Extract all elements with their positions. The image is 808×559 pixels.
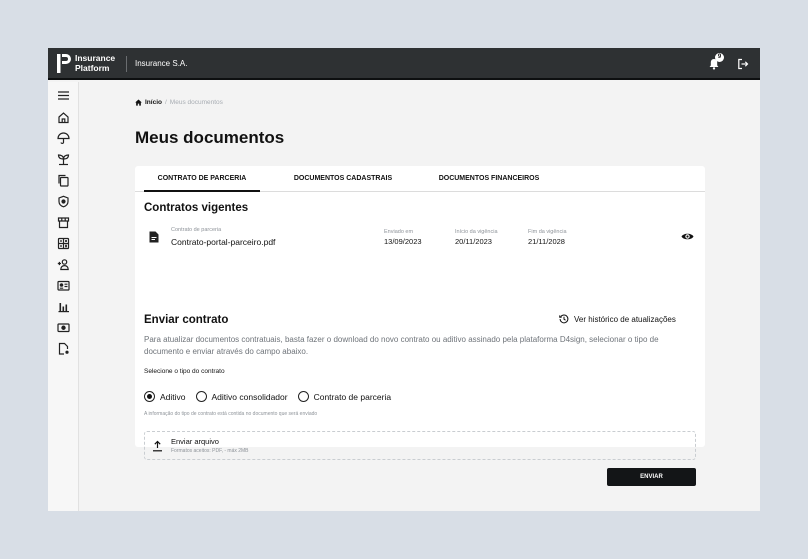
radio-aditivo-consolidador[interactable]: Aditivo consolidador: [195, 391, 288, 402]
home-icon[interactable]: [135, 99, 142, 106]
breadcrumb-home[interactable]: Início: [145, 99, 162, 106]
umbrella-icon[interactable]: [57, 132, 70, 145]
tab-documentos-cadastrais[interactable]: DOCUMENTOS CADASTRAIS: [278, 166, 408, 192]
radio-contrato-de-parceria[interactable]: Contrato de parceria: [297, 391, 392, 402]
contract-type-info: A informação do tipo de contrato está co…: [144, 411, 318, 417]
id-card-icon[interactable]: [57, 279, 70, 292]
upload-title: Enviar arquivo: [171, 437, 219, 446]
radio-label: Aditivo consolidador: [211, 391, 288, 402]
radio-aditivo[interactable]: Aditivo: [144, 391, 186, 402]
send-contract-title: Enviar contrato: [144, 314, 229, 326]
upload-formats: Formatos aceitos: PDF, - máx 2MB: [171, 448, 249, 454]
home-icon[interactable]: [57, 111, 70, 124]
start-date-value: 20/11/2023: [455, 237, 492, 246]
calculator-icon[interactable]: [57, 237, 70, 250]
radio-label: Contrato de parceria: [313, 391, 392, 402]
money-icon[interactable]: [57, 321, 70, 334]
app-window: Insurance Platform Insurance S.A. 9 Iníc…: [48, 48, 760, 511]
store-icon[interactable]: [57, 216, 70, 229]
eye-icon[interactable]: [681, 230, 694, 243]
documents-icon[interactable]: [57, 174, 70, 187]
shield-icon[interactable]: [57, 195, 70, 208]
logo-icon: [57, 54, 71, 73]
top-bar: Insurance Platform Insurance S.A. 9: [48, 48, 760, 80]
document-filename: Contrato-portal-parceiro.pdf: [171, 237, 276, 247]
tab-contrato-de-parceria[interactable]: CONTRATO DE PARCERIA: [144, 166, 260, 192]
history-link[interactable]: Ver histórico de atualizações: [559, 314, 676, 324]
logo-text: Insurance Platform: [75, 53, 115, 73]
end-date-label: Fim da vigência: [528, 229, 567, 235]
company-name: Insurance S.A.: [135, 59, 188, 68]
document-icon: [149, 231, 159, 243]
tab-bar: CONTRATO DE PARCERIA DOCUMENTOS CADASTRA…: [135, 166, 705, 192]
contract-type-radio-group: Aditivo Aditivo consolidador Contrato de…: [144, 391, 391, 402]
end-date-value: 21/11/2028: [528, 237, 565, 246]
history-link-label: Ver histórico de atualizações: [574, 314, 676, 324]
logo-line-2: Platform: [75, 62, 110, 73]
send-button[interactable]: ENVIAR: [607, 468, 696, 486]
contract-type-label: Selecione o tipo do contrato: [144, 368, 225, 375]
file-settings-icon[interactable]: [57, 342, 70, 355]
breadcrumb-separator: /: [164, 99, 167, 106]
upload-icon: [153, 440, 162, 452]
sent-date-label: Enviado em: [384, 229, 414, 235]
file-upload-dropzone[interactable]: Enviar arquivo Formatos aceitos: PDF, - …: [144, 431, 696, 460]
send-description: Para atualizar documentos contratuais, b…: [144, 335, 659, 356]
sent-date-value: 13/09/2023: [384, 237, 422, 246]
start-date-label: Início da vigência: [455, 229, 498, 235]
menu-icon[interactable]: [57, 89, 70, 102]
page-title: Meus documentos: [135, 128, 285, 147]
radio-label: Aditivo: [160, 391, 186, 402]
breadcrumb: Início / Meus documentos: [135, 99, 223, 106]
radio-button[interactable]: [144, 391, 155, 402]
notification-badge: 9: [715, 53, 724, 62]
logo-divider: [126, 56, 127, 72]
history-icon: [559, 314, 569, 324]
add-user-icon[interactable]: [57, 258, 70, 271]
documents-card: CONTRATO DE PARCERIA DOCUMENTOS CADASTRA…: [135, 166, 705, 486]
radio-button[interactable]: [297, 391, 309, 402]
logout-icon[interactable]: [737, 58, 749, 70]
document-type-label: Contrato de parceria: [171, 227, 222, 233]
plant-icon[interactable]: [57, 153, 70, 166]
radio-button[interactable]: [195, 391, 207, 402]
bar-chart-icon[interactable]: [57, 300, 70, 313]
sidebar: [48, 82, 79, 511]
tab-documentos-financeiros[interactable]: DOCUMENTOS FINANCEIROS: [424, 166, 554, 192]
breadcrumb-current: Meus documentos: [169, 99, 223, 106]
contracts-title: Contratos vigentes: [144, 202, 249, 214]
